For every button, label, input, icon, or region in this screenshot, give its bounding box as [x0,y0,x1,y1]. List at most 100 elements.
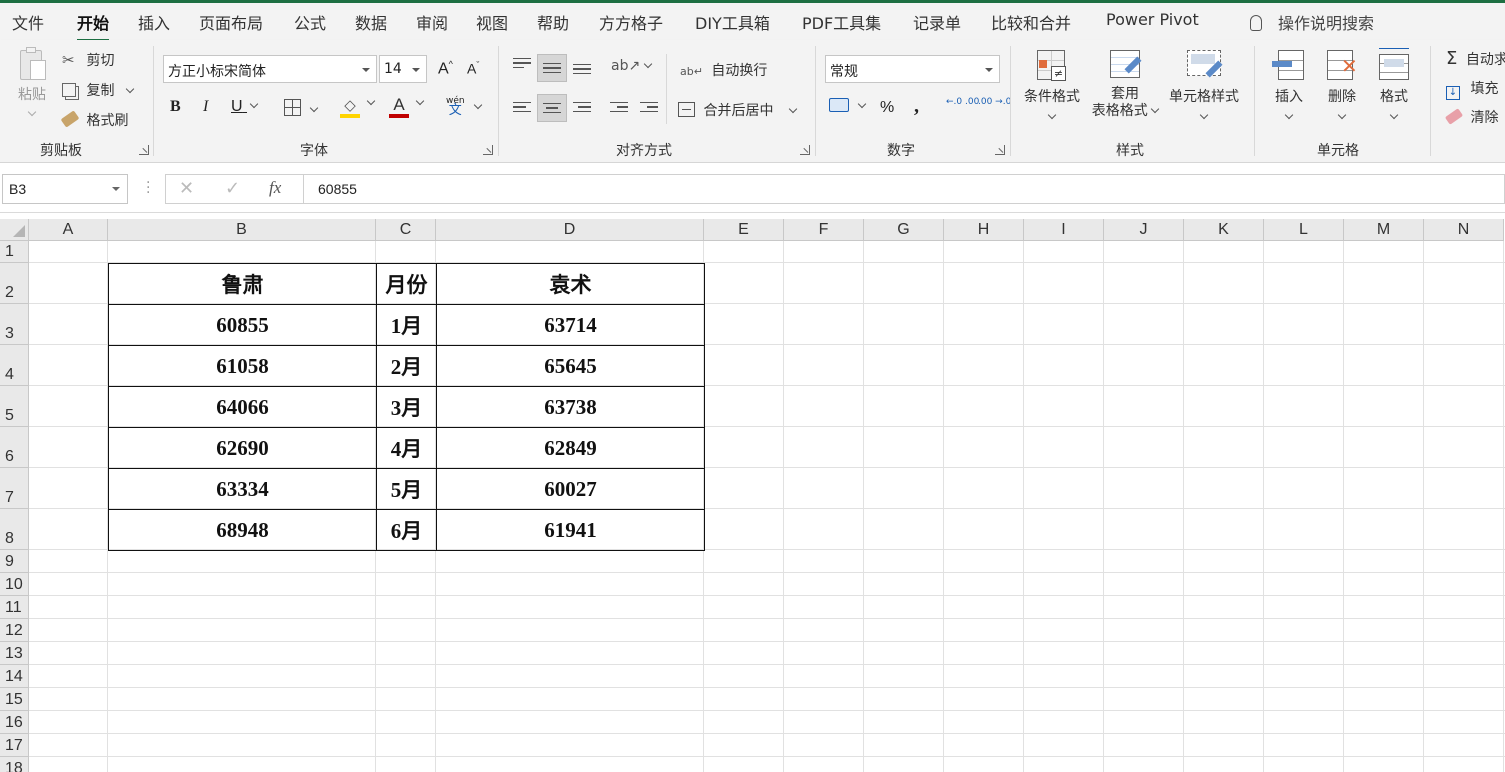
tab-fangfang[interactable]: 方方格子 [599,10,663,34]
enter-icon[interactable]: ✓ [225,178,240,199]
cell-styles-button[interactable]: 单元格样式 [1164,48,1244,122]
row-header-2[interactable]: 2 [0,263,29,304]
table-cell[interactable]: 6月 [376,509,437,551]
row-header-12[interactable]: 12 [0,619,29,642]
borders-button[interactable] [284,99,319,120]
tab-power-pivot[interactable]: Power Pivot [1106,10,1199,29]
percent-style-button[interactable]: % [880,99,894,117]
clipboard-launcher-icon[interactable] [139,145,149,155]
font-launcher-icon[interactable] [483,145,493,155]
tab-pdf[interactable]: PDF工具集 [802,10,881,34]
row-header-16[interactable]: 16 [0,711,29,734]
cancel-icon[interactable]: ✕ [179,178,194,199]
format-cells-button[interactable]: 格式 [1371,48,1417,122]
cut-button[interactable]: ✂ 剪切 [62,50,114,70]
row-header-18[interactable]: 18 [0,757,29,772]
format-painter-button[interactable]: 格式刷 [60,110,128,130]
tab-review[interactable]: 审阅 [416,10,448,34]
tab-formulas[interactable]: 公式 [294,10,326,34]
font-color-button[interactable]: A [389,96,425,118]
column-header-f[interactable]: F [784,219,864,241]
merge-center-button[interactable]: 合并后居中 [678,100,798,120]
table-cell[interactable]: 63738 [436,386,705,428]
paste-button[interactable]: 粘贴 [12,46,52,119]
align-left-icon[interactable] [513,102,531,116]
delete-cells-button[interactable]: ✕ 删除 [1319,48,1365,122]
accounting-format-button[interactable] [829,98,867,114]
orientation-button[interactable]: ab↗ [611,58,652,74]
table-cell[interactable]: 60855 [108,304,377,346]
table-cell[interactable]: 63714 [436,304,705,346]
insert-function-button[interactable]: fx [269,178,281,198]
increase-indent-icon[interactable] [640,102,658,116]
row-header-6[interactable]: 6 [0,427,29,468]
comma-style-button[interactable]: , [914,95,919,118]
align-center-button[interactable] [537,94,567,122]
column-header-g[interactable]: G [864,219,944,241]
column-header-l[interactable]: L [1264,219,1344,241]
italic-button[interactable]: I [203,98,208,116]
more-icon[interactable]: · · · [146,176,150,200]
row-header-4[interactable]: 4 [0,345,29,386]
table-cell[interactable]: 3月 [376,386,437,428]
column-header-c[interactable]: C [376,219,436,241]
header-cell[interactable]: 鲁肃 [108,263,377,305]
column-header-d[interactable]: D [436,219,704,241]
column-header-j[interactable]: J [1104,219,1184,241]
font-size-select[interactable]: 14 [379,55,427,83]
conditional-formatting-button[interactable]: ≠ 条件格式 [1018,48,1086,122]
row-header-17[interactable]: 17 [0,734,29,757]
column-header-h[interactable]: H [944,219,1024,241]
column-header-i[interactable]: I [1024,219,1104,241]
bold-button[interactable]: B [170,98,181,116]
table-cell[interactable]: 63334 [108,468,377,510]
table-cell[interactable]: 2月 [376,345,437,387]
align-top-icon[interactable] [513,58,531,72]
tab-view[interactable]: 视图 [476,10,508,34]
row-header-10[interactable]: 10 [0,573,29,596]
column-header-m[interactable]: M [1344,219,1424,241]
table-cell[interactable]: 60027 [436,468,705,510]
row-header-1[interactable]: 1 [0,241,29,263]
worksheet-grid[interactable]: ABCDEFGHIJKLMN 1 2 3 4 5 6 7 8 9 10 11 12 13 14 15 16 17… [0,219,1505,772]
row-header-11[interactable]: 11 [0,596,29,619]
tab-diy[interactable]: DIY工具箱 [695,10,770,34]
row-header-8[interactable]: 8 [0,509,29,550]
tab-compare[interactable]: 比较和合并 [991,10,1071,34]
table-cell[interactable]: 1月 [376,304,437,346]
wrap-text-button[interactable]: ab↵ 自动换行 [680,60,767,80]
phonetic-button[interactable]: wén 文 [446,96,482,118]
row-header-14[interactable]: 14 [0,665,29,688]
tab-page-layout[interactable]: 页面布局 [199,10,263,34]
tab-help[interactable]: 帮助 [537,10,569,34]
column-header-b[interactable]: B [108,219,376,241]
formula-input[interactable]: 60855 [303,174,1505,204]
table-cell[interactable]: 64066 [108,386,377,428]
column-header-e[interactable]: E [704,219,784,241]
row-header-13[interactable]: 13 [0,642,29,665]
decrease-indent-icon[interactable] [610,102,628,116]
name-box[interactable]: B3 [2,174,128,204]
tab-data[interactable]: 数据 [355,10,387,34]
header-cell[interactable]: 月份 [376,263,437,305]
select-all-button[interactable] [0,219,29,241]
number-format-select[interactable]: 常规 [825,55,1000,83]
tab-records[interactable]: 记录单 [913,10,961,34]
insert-cells-button[interactable]: 插入 [1266,48,1312,122]
header-cell[interactable]: 袁术 [436,263,705,305]
fill-button[interactable]: ↓ 填充 [1446,78,1498,100]
row-header-7[interactable]: 7 [0,468,29,509]
tab-home[interactable]: 开始 [77,10,110,42]
autosum-button[interactable]: Σ 自动求 [1446,48,1505,69]
fill-color-button[interactable]: ◇ [340,96,376,118]
decrease-font-size-button[interactable]: Aˇ [467,60,479,77]
alignment-launcher-icon[interactable] [800,145,810,155]
align-right-icon[interactable] [573,102,591,116]
column-header-k[interactable]: K [1184,219,1264,241]
row-header-15[interactable]: 15 [0,688,29,711]
underline-button[interactable]: U [231,98,259,116]
decrease-decimal-button[interactable]: .00 →.0 [978,98,1011,107]
copy-button[interactable]: 复制 [62,80,135,100]
table-cell[interactable]: 62690 [108,427,377,469]
align-bottom-icon[interactable] [573,64,591,78]
